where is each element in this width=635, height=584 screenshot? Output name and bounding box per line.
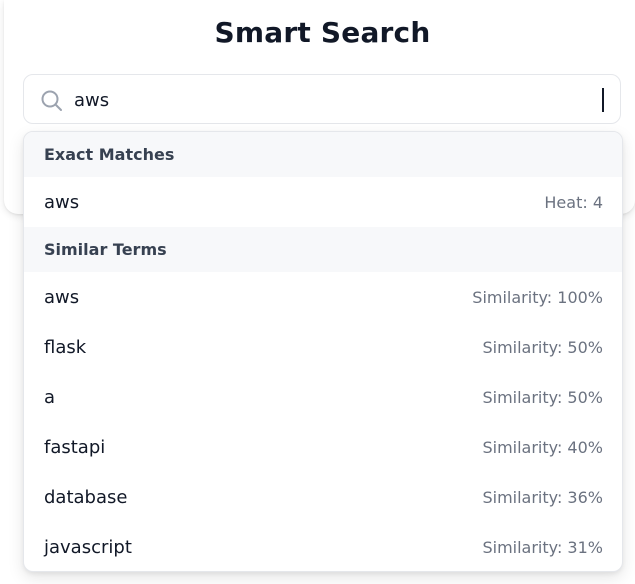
suggestion-similarity: Similarity: 50% [482,387,603,407]
page-title: Smart Search [214,16,431,49]
search-input[interactable]: aws [23,74,621,124]
suggestion-term: flask [44,336,87,358]
suggestion-term: javascript [44,536,132,558]
similar-term-item[interactable]: database Similarity: 36% [24,472,622,522]
suggestion-heat: Heat: 4 [544,192,603,212]
suggestion-term: aws [44,191,80,213]
section-header-similar-terms: Similar Terms [24,227,622,272]
suggestion-term: fastapi [44,436,106,458]
section-header-exact-matches: Exact Matches [24,132,622,177]
suggestion-term: database [44,486,128,508]
search-icon [40,89,64,113]
suggestion-term: a [44,386,56,408]
similar-term-item[interactable]: fastapi Similarity: 40% [24,422,622,472]
suggestion-term: aws [44,286,80,308]
search-value: aws [74,90,110,111]
page: Smart Search aws Exact Matches aws Heat:… [0,0,635,584]
suggestion-similarity: Similarity: 36% [482,487,603,507]
text-caret [602,88,604,112]
similar-term-item[interactable]: aws Similarity: 100% [24,272,622,322]
similar-term-item[interactable]: flask Similarity: 50% [24,322,622,372]
suggestion-similarity: Similarity: 100% [472,287,603,307]
similar-term-item[interactable]: javascript Similarity: 31% [24,522,622,571]
suggestions-dropdown: Exact Matches aws Heat: 4 Similar Terms … [23,131,623,572]
suggestion-similarity: Similarity: 50% [482,337,603,357]
suggestion-similarity: Similarity: 40% [482,437,603,457]
suggestion-similarity: Similarity: 31% [482,537,603,557]
exact-match-item[interactable]: aws Heat: 4 [24,177,622,227]
similar-term-item[interactable]: a Similarity: 50% [24,372,622,422]
